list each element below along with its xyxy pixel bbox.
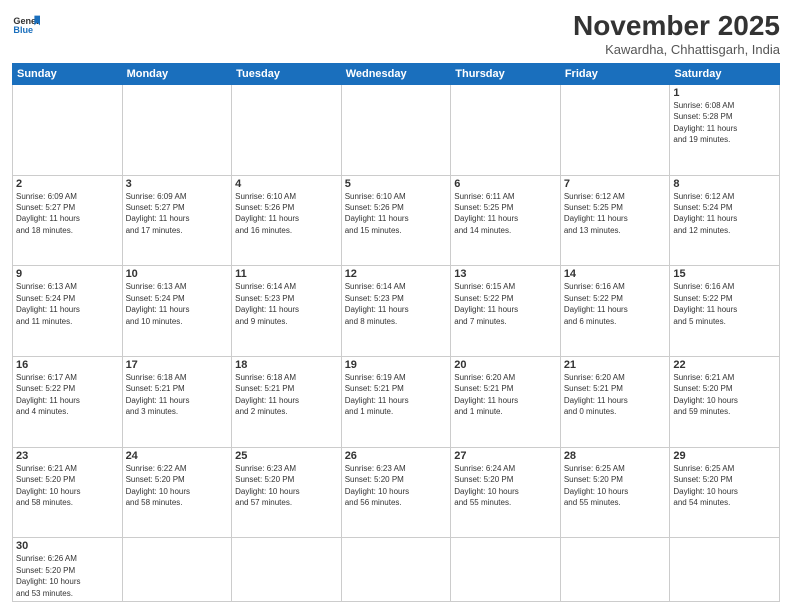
empty-cell — [560, 538, 670, 602]
day-23: 23 Sunrise: 6:21 AMSunset: 5:20 PMDaylig… — [13, 447, 123, 538]
empty-cell — [560, 85, 670, 176]
calendar-table: Sunday Monday Tuesday Wednesday Thursday… — [12, 63, 780, 602]
day-8: 8 Sunrise: 6:12 AMSunset: 5:24 PMDayligh… — [670, 175, 780, 266]
calendar-row-4: 16 Sunrise: 6:17 AMSunset: 5:22 PMDaylig… — [13, 357, 780, 448]
empty-cell — [13, 85, 123, 176]
header-thursday: Thursday — [451, 64, 561, 85]
header-friday: Friday — [560, 64, 670, 85]
calendar-row-6: 30 Sunrise: 6:26 AMSunset: 5:20 PMDaylig… — [13, 538, 780, 602]
page-header: General Blue November 2025 Kawardha, Chh… — [12, 10, 780, 57]
location-subtitle: Kawardha, Chhattisgarh, India — [573, 42, 780, 57]
empty-cell — [232, 538, 342, 602]
header-tuesday: Tuesday — [232, 64, 342, 85]
day-13: 13 Sunrise: 6:15 AMSunset: 5:22 PMDaylig… — [451, 266, 561, 357]
day-27: 27 Sunrise: 6:24 AMSunset: 5:20 PMDaylig… — [451, 447, 561, 538]
day-16: 16 Sunrise: 6:17 AMSunset: 5:22 PMDaylig… — [13, 357, 123, 448]
day-10: 10 Sunrise: 6:13 AMSunset: 5:24 PMDaylig… — [122, 266, 232, 357]
svg-text:Blue: Blue — [13, 25, 33, 35]
day-29: 29 Sunrise: 6:25 AMSunset: 5:20 PMDaylig… — [670, 447, 780, 538]
day-24: 24 Sunrise: 6:22 AMSunset: 5:20 PMDaylig… — [122, 447, 232, 538]
day-9: 9 Sunrise: 6:13 AMSunset: 5:24 PMDayligh… — [13, 266, 123, 357]
day-11: 11 Sunrise: 6:14 AMSunset: 5:23 PMDaylig… — [232, 266, 342, 357]
empty-cell — [341, 85, 451, 176]
calendar-row-3: 9 Sunrise: 6:13 AMSunset: 5:24 PMDayligh… — [13, 266, 780, 357]
month-title: November 2025 — [573, 10, 780, 42]
day-21: 21 Sunrise: 6:20 AMSunset: 5:21 PMDaylig… — [560, 357, 670, 448]
title-block: November 2025 Kawardha, Chhattisgarh, In… — [573, 10, 780, 57]
day-3: 3 Sunrise: 6:09 AMSunset: 5:27 PMDayligh… — [122, 175, 232, 266]
day-4: 4 Sunrise: 6:10 AMSunset: 5:26 PMDayligh… — [232, 175, 342, 266]
day-15: 15 Sunrise: 6:16 AMSunset: 5:22 PMDaylig… — [670, 266, 780, 357]
header-saturday: Saturday — [670, 64, 780, 85]
day-25: 25 Sunrise: 6:23 AMSunset: 5:20 PMDaylig… — [232, 447, 342, 538]
day-17: 17 Sunrise: 6:18 AMSunset: 5:21 PMDaylig… — [122, 357, 232, 448]
empty-cell — [232, 85, 342, 176]
empty-cell — [451, 85, 561, 176]
calendar-row-5: 23 Sunrise: 6:21 AMSunset: 5:20 PMDaylig… — [13, 447, 780, 538]
empty-cell — [341, 538, 451, 602]
empty-cell — [670, 538, 780, 602]
day-1: 1 Sunrise: 6:08 AMSunset: 5:28 PMDayligh… — [670, 85, 780, 176]
header-monday: Monday — [122, 64, 232, 85]
day-14: 14 Sunrise: 6:16 AMSunset: 5:22 PMDaylig… — [560, 266, 670, 357]
day-5: 5 Sunrise: 6:10 AMSunset: 5:26 PMDayligh… — [341, 175, 451, 266]
weekday-header-row: Sunday Monday Tuesday Wednesday Thursday… — [13, 64, 780, 85]
day-18: 18 Sunrise: 6:18 AMSunset: 5:21 PMDaylig… — [232, 357, 342, 448]
day-30: 30 Sunrise: 6:26 AMSunset: 5:20 PMDaylig… — [13, 538, 123, 602]
day-6: 6 Sunrise: 6:11 AMSunset: 5:25 PMDayligh… — [451, 175, 561, 266]
day-19: 19 Sunrise: 6:19 AMSunset: 5:21 PMDaylig… — [341, 357, 451, 448]
empty-cell — [122, 538, 232, 602]
day-22: 22 Sunrise: 6:21 AMSunset: 5:20 PMDaylig… — [670, 357, 780, 448]
calendar-row-1: 1 Sunrise: 6:08 AMSunset: 5:28 PMDayligh… — [13, 85, 780, 176]
calendar-row-2: 2 Sunrise: 6:09 AMSunset: 5:27 PMDayligh… — [13, 175, 780, 266]
day-7: 7 Sunrise: 6:12 AMSunset: 5:25 PMDayligh… — [560, 175, 670, 266]
day-28: 28 Sunrise: 6:25 AMSunset: 5:20 PMDaylig… — [560, 447, 670, 538]
day-20: 20 Sunrise: 6:20 AMSunset: 5:21 PMDaylig… — [451, 357, 561, 448]
day-12: 12 Sunrise: 6:14 AMSunset: 5:23 PMDaylig… — [341, 266, 451, 357]
day-26: 26 Sunrise: 6:23 AMSunset: 5:20 PMDaylig… — [341, 447, 451, 538]
empty-cell — [122, 85, 232, 176]
header-wednesday: Wednesday — [341, 64, 451, 85]
logo: General Blue — [12, 10, 40, 38]
header-sunday: Sunday — [13, 64, 123, 85]
day-2: 2 Sunrise: 6:09 AMSunset: 5:27 PMDayligh… — [13, 175, 123, 266]
empty-cell — [451, 538, 561, 602]
